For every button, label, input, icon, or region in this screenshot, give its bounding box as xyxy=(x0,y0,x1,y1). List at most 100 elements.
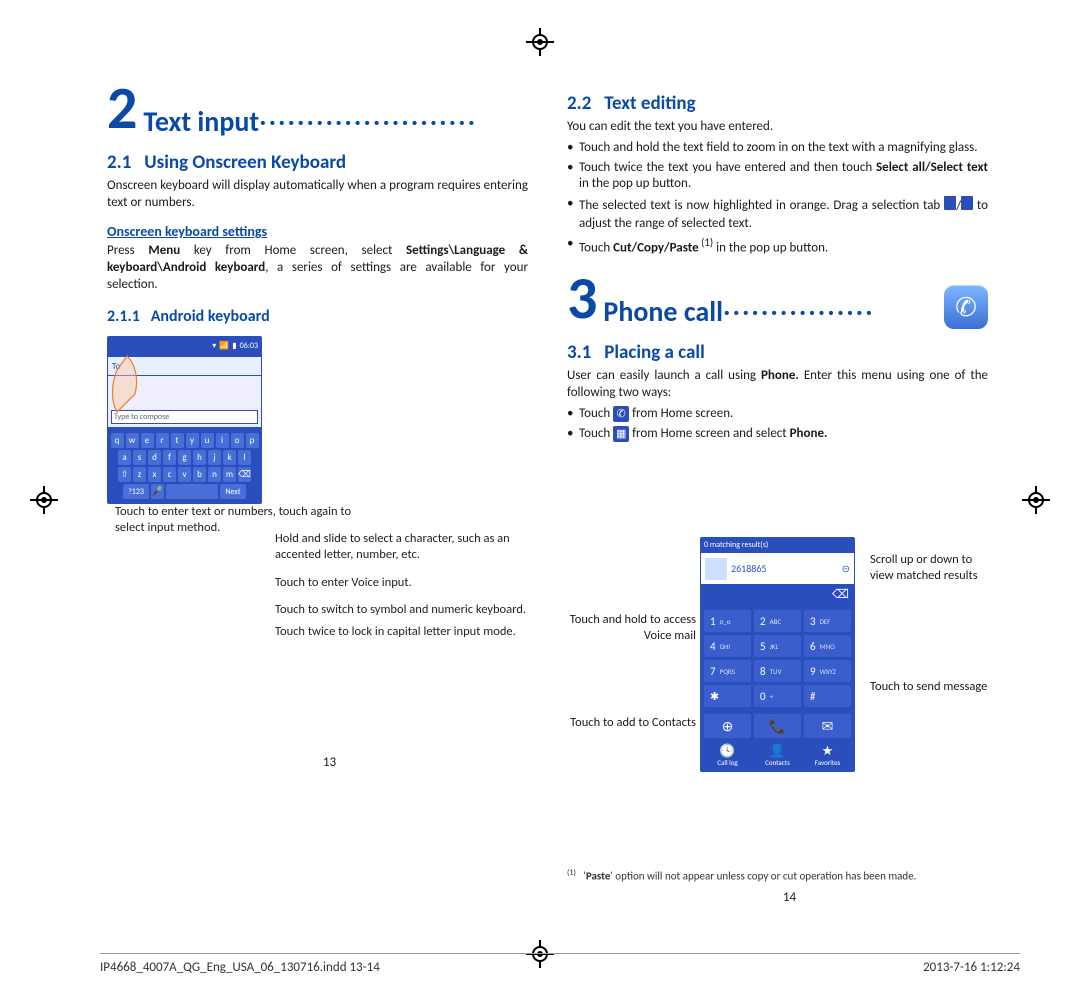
key-z: z xyxy=(133,467,146,482)
registration-mark-left-icon xyxy=(30,486,58,514)
key-⌫: ⌫ xyxy=(238,467,251,482)
onscreen-keyboard-settings-body: Press Menu key from Home screen, select … xyxy=(107,243,528,293)
message-icon: ✉ xyxy=(804,714,851,738)
key-y: y xyxy=(186,433,199,448)
chapter-2-heading: 2 Text input ....................... xyxy=(107,85,528,139)
key-m: m xyxy=(223,467,236,482)
apps-grid-icon: ▦ xyxy=(613,426,629,442)
tab-favorites: ★Favorites xyxy=(804,745,851,767)
phone-call-app-icon: ✆ xyxy=(944,285,988,329)
slug-datetime: 2013-7-16 1:12:24 xyxy=(923,960,1020,975)
dialer-left-callouts: Touch and hold to access Voice mail Touc… xyxy=(561,612,696,743)
section-2-2-intro: You can edit the text you have entered. xyxy=(567,119,988,136)
dialpad-key-5: 5JKL xyxy=(754,635,801,657)
key-h: h xyxy=(193,450,206,465)
keyboard-callout-voice: Touch to enter Voice input. xyxy=(275,575,528,591)
print-slug: IP4668_4007A_QG_Eng_USA_06_130716.indd 1… xyxy=(100,953,1020,975)
key-e: e xyxy=(141,433,154,448)
contact-avatar-icon xyxy=(705,558,727,580)
section-2-1-body: Onscreen keyboard will display automatic… xyxy=(107,178,528,211)
placing-call-bullet-2: Touch ▦ from Home screen and select Phon… xyxy=(567,426,988,443)
section-2-1-heading: 2.1 Using Onscreen Keyboard xyxy=(107,151,528,174)
dialer-right-callouts: Scroll up or down to view matched result… xyxy=(870,552,990,707)
dialpad-key-1: 1o_o xyxy=(704,610,751,632)
dialed-number: 2618865 xyxy=(731,562,766,575)
dialpad-key-7: 7PQRS xyxy=(704,660,751,682)
phone-icon: ✆ xyxy=(613,406,629,422)
key-g: g xyxy=(178,450,191,465)
text-editing-bullet-2: Touch twice the text you have entered an… xyxy=(567,160,988,194)
dialer-illustration: 0 matching result(s) 2618865 ⊝ ⌫ 1o_o2AB… xyxy=(700,537,855,772)
section-3-1-heading: 3.1 Placing a call xyxy=(567,341,988,364)
placing-call-bullet-1: Touch ✆ from Home screen. xyxy=(567,406,988,423)
key-c: c xyxy=(163,467,176,482)
onscreen-keyboard-settings-heading: Onscreen keyboard settings xyxy=(107,223,528,240)
favorites-icon: ★ xyxy=(804,745,851,758)
text-editing-bullet-1: Touch and hold the text field to zoom in… xyxy=(567,140,988,157)
slug-filename: IP4668_4007A_QG_Eng_USA_06_130716.indd 1… xyxy=(100,960,380,975)
text-editing-bullets: Touch and hold the text field to zoom in… xyxy=(567,140,988,258)
callout-voicemail: Touch and hold to access Voice mail xyxy=(561,612,696,643)
key-i: i xyxy=(216,433,229,448)
dialpad-key-6: 6MNO xyxy=(804,635,851,657)
tab-contacts: 👤Contacts xyxy=(754,745,801,767)
footnote-paste: (1) 'Paste' option will not appear unles… xyxy=(567,868,988,883)
registration-mark-top-icon xyxy=(526,28,554,56)
dropdown-icon: ⊝ xyxy=(842,562,850,575)
section-2-2-heading: 2.2 Text editing xyxy=(567,92,988,115)
key-v: v xyxy=(178,467,191,482)
dot-leader: ................ xyxy=(723,288,938,329)
section-2-1-1-heading: 2.1.1 Android keyboard xyxy=(107,307,528,326)
dialpad-key-0: 0+ xyxy=(754,685,801,707)
key-w: w xyxy=(126,433,139,448)
dot-leader: ....................... xyxy=(259,98,528,139)
chapter-2-number: 2 xyxy=(107,79,137,139)
key-x: x xyxy=(148,467,161,482)
callout-send-message: Touch to send message xyxy=(870,679,990,695)
chapter-3-title: Phone call xyxy=(603,294,723,329)
wifi-icon: 📶 xyxy=(219,341,229,351)
voice-key: 🎤 xyxy=(151,484,164,499)
key-p: p xyxy=(246,433,259,448)
backspace-icon: ⌫ xyxy=(832,587,849,602)
add-contact-icon: ⊕ xyxy=(704,714,751,738)
placing-call-bullets: Touch ✆ from Home screen. Touch ▦ from H… xyxy=(567,406,988,443)
dialpad-key-9: 9WXYZ xyxy=(804,660,851,682)
key-j: j xyxy=(208,450,221,465)
key-f: f xyxy=(163,450,176,465)
key-a: a xyxy=(118,450,131,465)
android-keyboard: qwertyuiop asdfghjkl ⇧zxcvbnm⌫ ?123 🎤 Ne… xyxy=(107,428,262,504)
symbol-key: ?123 xyxy=(123,484,149,499)
callout-scroll-results: Scroll up or down to view matched result… xyxy=(870,552,990,583)
call-log-icon: 🕓 xyxy=(704,745,751,758)
dialpad-key-3: 3DEF xyxy=(804,610,851,632)
tab-call-log: 🕓Call log xyxy=(704,745,751,767)
space-key xyxy=(166,484,218,499)
dialpad-key-4: 4GHI xyxy=(704,635,751,657)
dialpad-key-✱: ✱ xyxy=(704,685,751,707)
to-field: To xyxy=(107,356,262,376)
dialpad-key-8: 8TUV xyxy=(754,660,801,682)
dialpad-key-#: # xyxy=(804,685,851,707)
key-n: n xyxy=(208,467,221,482)
key-r: r xyxy=(156,433,169,448)
registration-mark-right-icon xyxy=(1022,486,1050,514)
keyboard-callout-symbol: Touch to switch to symbol and numeric ke… xyxy=(275,602,528,618)
page-13: 2 Text input ....................... 2.1… xyxy=(95,85,540,652)
key-q: q xyxy=(111,433,124,448)
next-key: Next xyxy=(220,484,246,499)
key-l: l xyxy=(238,450,251,465)
keyboard-callout-caps: Touch twice to lock in capital letter in… xyxy=(275,624,528,640)
key-⇧: ⇧ xyxy=(118,467,131,482)
contacts-icon: 👤 xyxy=(754,745,801,758)
key-o: o xyxy=(231,433,244,448)
key-s: s xyxy=(133,450,146,465)
text-editing-bullet-3: The selected text is now highlighted in … xyxy=(567,196,988,233)
chapter-2-title: Text input xyxy=(143,104,259,139)
dialpad-key-2: 2ABC xyxy=(754,610,801,632)
text-editing-bullet-4: Touch Cut/Copy/Paste (1) in the pop up b… xyxy=(567,236,988,257)
keyboard-illustration-row: ▾📶▮06:03 To Type to compose qwertyuiop a… xyxy=(107,332,528,559)
chapter-3-heading: 3 Phone call ................ ✆ xyxy=(567,275,988,329)
selection-handles-icon: / xyxy=(944,196,973,216)
key-k: k xyxy=(223,450,236,465)
